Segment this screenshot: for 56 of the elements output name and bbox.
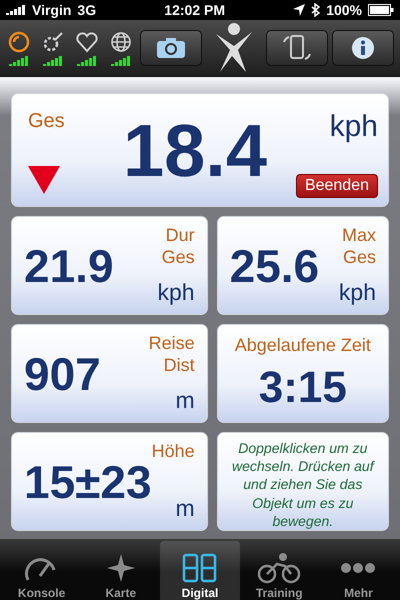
signal-icon — [6, 5, 26, 15]
stat-value: 907 — [24, 346, 102, 400]
bluetooth-icon — [311, 3, 320, 17]
cadence-sensor-icon[interactable] — [41, 30, 65, 54]
stat-card[interactable]: 15±23 Höhe m — [11, 432, 208, 531]
stat-label: Höhe — [152, 441, 195, 463]
info-icon — [351, 36, 375, 60]
clock-time: 12:02 PM — [163, 2, 226, 18]
speed-card[interactable]: Ges 18.4 kph Beenden — [11, 93, 389, 207]
tab-bar-item[interactable]: Training — [240, 541, 319, 600]
speed-value: 18.4 — [122, 108, 268, 192]
signal-bars-icon — [43, 56, 63, 66]
signal-bars-icon — [77, 56, 97, 66]
camera-button[interactable] — [140, 30, 202, 66]
stat-label: Dur — [164, 225, 195, 247]
stat-unit: kph — [158, 279, 195, 306]
stat-label: Ges — [342, 246, 376, 268]
stop-button[interactable]: Beenden — [296, 174, 378, 198]
tab-bar-item[interactable]: Mehr — [318, 541, 398, 600]
stat-unit: m — [175, 495, 195, 522]
rotate-phone-icon — [281, 34, 313, 62]
tab-bar-item[interactable]: Karte — [81, 541, 160, 600]
stat-unit: kph — [338, 279, 376, 306]
heart-icon[interactable] — [75, 30, 99, 54]
speed-sensor-icon[interactable] — [7, 30, 31, 54]
stat-label: Abgelaufene Zeit — [234, 335, 371, 357]
location-arrow-icon — [293, 4, 306, 16]
stat-label: Dist — [162, 354, 195, 376]
figure-logo-icon — [214, 22, 254, 74]
info-button[interactable] — [332, 30, 394, 66]
rotate-screen-button[interactable] — [266, 30, 328, 66]
stat-unit: m — [175, 387, 195, 414]
stat-label: Ges — [162, 246, 195, 268]
stat-label: Reise — [148, 333, 195, 355]
battery-percent: 100% — [326, 2, 362, 18]
signal-bars-icon — [111, 56, 131, 66]
globe-icon[interactable] — [109, 30, 133, 54]
stat-value: 15±23 — [24, 454, 152, 508]
stat-card[interactable]: 21.9 Dur Ges kph — [11, 216, 208, 315]
battery-icon — [368, 4, 394, 16]
stat-value: 21.9 — [24, 238, 115, 292]
network-type: 3G — [77, 2, 96, 18]
stat-value: 3:15 — [258, 362, 347, 413]
stat-value: 25.6 — [230, 238, 320, 292]
hint-text: Doppelklicken um zu wechseln. Drücken auf und ziehen Sie das Objekt um es zu bewegen. — [216, 432, 389, 531]
camera-icon — [156, 37, 186, 59]
speed-label: Ges — [28, 110, 66, 133]
tab-bar-item[interactable]: Digital — [160, 541, 240, 600]
stat-card[interactable]: Abgelaufene Zeit 3:15 — [216, 324, 389, 423]
cyclist-icon — [257, 552, 302, 584]
speed-unit: kph — [330, 109, 378, 144]
tab-bar-item[interactable]: Konsole — [2, 541, 82, 600]
stat-label: Max — [342, 225, 376, 247]
carrier-name: Virgin — [32, 2, 72, 18]
signal-bars-icon — [9, 56, 29, 66]
stat-card[interactable]: 907 Reise Dist m — [11, 324, 208, 423]
